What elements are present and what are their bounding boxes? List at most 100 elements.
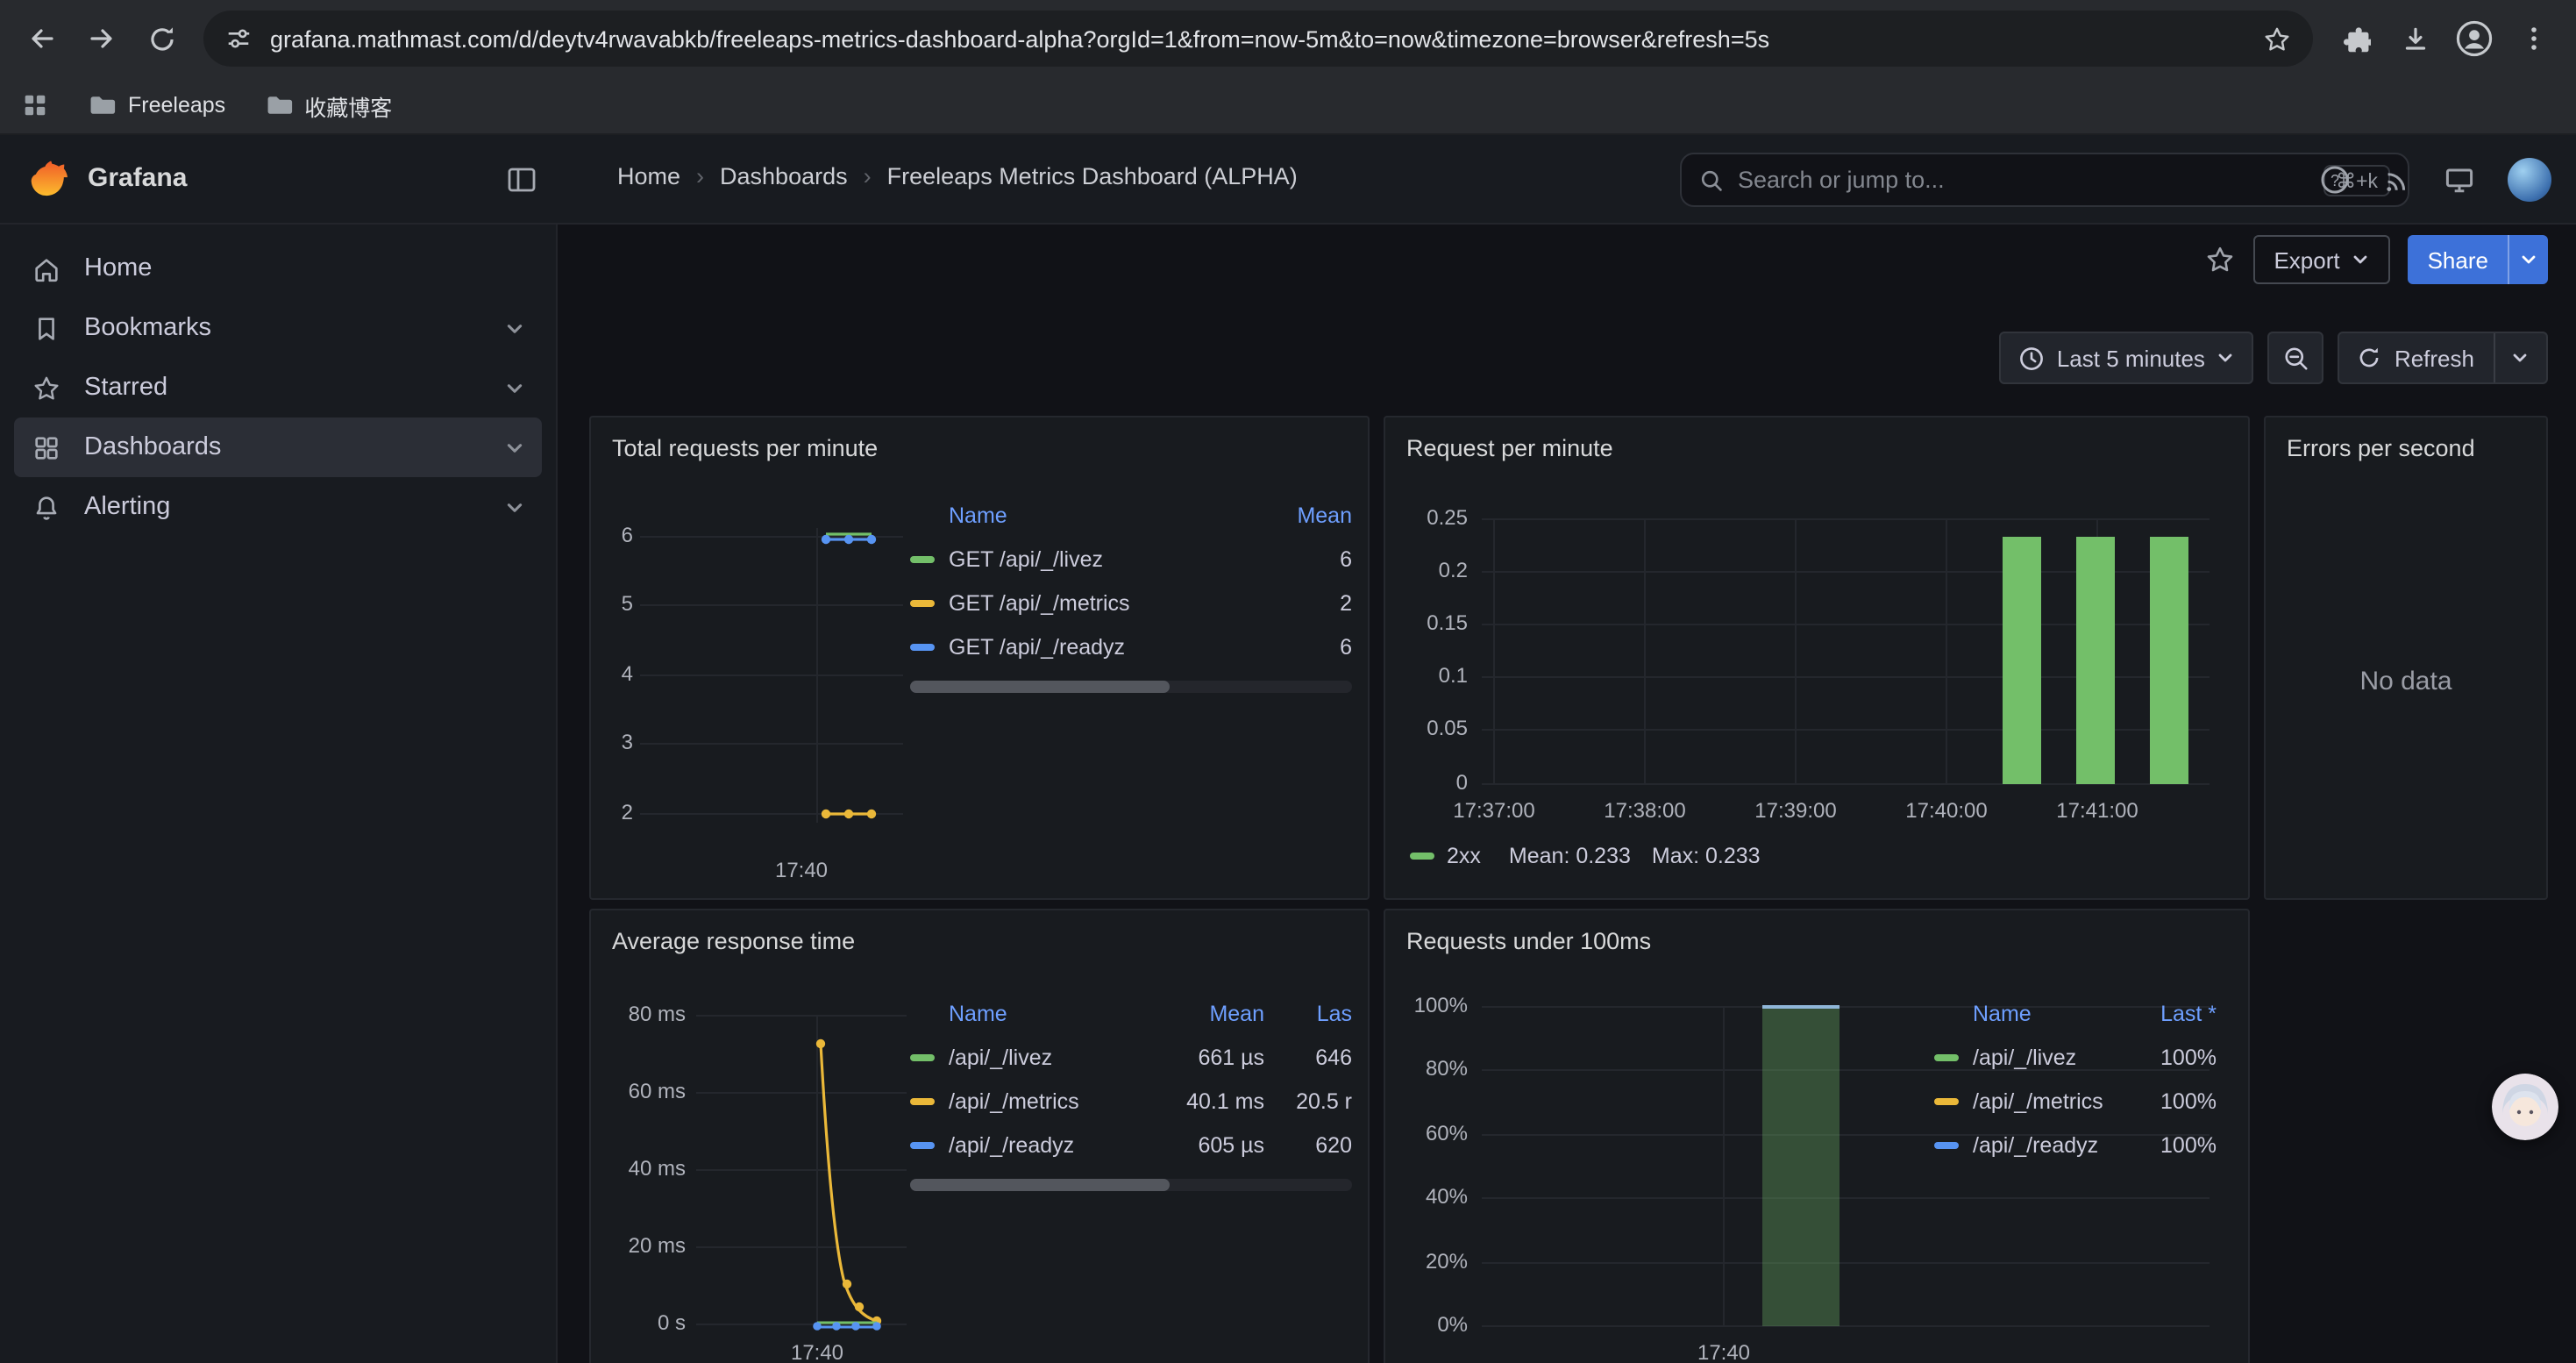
sidebar-toggle-icon[interactable] (505, 163, 538, 196)
legend-dash-spacer (910, 512, 935, 519)
alerting-bell-icon (32, 492, 61, 522)
apps-grid-icon[interactable] (21, 91, 49, 119)
series-name[interactable]: GET /api/_/readyz (949, 634, 1254, 659)
back-button[interactable] (14, 11, 70, 67)
panel-title[interactable]: Errors per second (2287, 435, 2475, 461)
series-name[interactable]: /api/_/metrics (1973, 1088, 2136, 1113)
y-tick: 40 ms (591, 1156, 686, 1181)
search-input[interactable] (1738, 167, 2309, 193)
series-name[interactable]: GET /api/_/livez (949, 546, 1254, 571)
favorite-star-icon[interactable] (2203, 244, 2235, 275)
scrollbar-thumb[interactable] (910, 1179, 1170, 1191)
series-name[interactable]: /api/_/readyz (949, 1132, 1159, 1157)
dashboards-grid-icon (32, 432, 61, 462)
panel-title[interactable]: Requests under 100ms (1406, 928, 1651, 954)
y-tick: 0% (1385, 1312, 1468, 1337)
sidebar-item-dashboards[interactable]: Dashboards (14, 417, 542, 477)
legend-column-mean[interactable]: Mean (1254, 503, 1352, 528)
y-tick: 0.1 (1385, 663, 1468, 688)
series-last: 620 (1264, 1132, 1352, 1157)
extensions-button[interactable] (2327, 11, 2383, 67)
bookmark-folder-freeleaps[interactable]: Freeleaps (88, 91, 225, 119)
news-rss-icon[interactable] (2383, 166, 2411, 194)
breadcrumb-dashboards[interactable]: Dashboards (720, 163, 848, 189)
user-avatar[interactable] (2508, 158, 2551, 202)
folder-icon (88, 91, 116, 119)
chevron-down-icon[interactable] (2511, 349, 2529, 367)
series-name[interactable]: GET /api/_/metrics (949, 590, 1254, 615)
sidebar-item-label: Home (84, 254, 152, 282)
legend-column-name[interactable]: Name (1973, 1002, 2136, 1026)
home-icon (32, 253, 61, 283)
browser-menu-button[interactable] (2506, 11, 2562, 67)
x-tick: 17:40 (775, 1340, 859, 1363)
time-controls: Last 5 minutes Refresh (1999, 332, 2548, 384)
refresh-button[interactable]: Refresh (2338, 332, 2548, 384)
zoom-out-button[interactable] (2268, 332, 2324, 384)
sidebar-item-home[interactable]: Home (14, 239, 542, 298)
y-tick: 0.2 (1385, 558, 1468, 582)
help-icon[interactable]: ? (2320, 165, 2350, 195)
legend-column-name[interactable]: Name (949, 1002, 1159, 1026)
series-last: 100% (2136, 1088, 2217, 1113)
panel-title[interactable]: Average response time (612, 928, 855, 954)
legend-scrollbar[interactable] (910, 681, 1352, 693)
series-name[interactable]: 2xx (1447, 844, 1481, 868)
sidebar-item-starred[interactable]: Starred (14, 358, 542, 417)
share-label[interactable]: Share (2409, 235, 2508, 284)
reload-icon (146, 24, 176, 54)
legend-dash-spacer (1934, 1010, 1959, 1017)
grafana-logo[interactable] (28, 158, 72, 202)
bookmark-label: 收藏博客 (304, 89, 392, 122)
scrollbar-thumb[interactable] (910, 681, 1170, 693)
button-divider (2494, 333, 2495, 382)
bookmark-folder-blogs[interactable]: 收藏博客 (264, 89, 392, 122)
profile-button[interactable] (2446, 11, 2502, 67)
panel-legend-table: Name Mean GET /api/_/livez 6 GET /api/_/… (910, 495, 1352, 668)
series-mean: 6 (1254, 634, 1352, 659)
legend-column-last[interactable]: Las (1264, 1002, 1352, 1026)
panel-title[interactable]: Total requests per minute (612, 435, 878, 461)
sidebar-item-bookmarks[interactable]: Bookmarks (14, 298, 542, 358)
grafana-brand[interactable]: Grafana (88, 163, 187, 193)
legend-column-name[interactable]: Name (949, 503, 1254, 528)
legend-dash-spacer (910, 1010, 935, 1017)
site-settings-icon[interactable] (224, 25, 253, 53)
breadcrumb-home[interactable]: Home (617, 163, 680, 189)
legend-row: /api/_/livez 100% (1934, 1035, 2217, 1079)
legend-column-mean[interactable]: Mean (1159, 1002, 1264, 1026)
x-tick: 17:40 (1682, 1340, 1766, 1363)
monitor-icon[interactable] (2444, 165, 2474, 195)
export-button[interactable]: Export (2252, 235, 2390, 284)
time-range-picker[interactable]: Last 5 minutes (1999, 332, 2254, 384)
y-tick: 0.15 (1385, 610, 1468, 635)
y-tick: 100% (1385, 993, 1468, 1017)
legend-column-last[interactable]: Last * (2136, 1002, 2217, 1026)
series-name[interactable]: /api/_/metrics (949, 1088, 1159, 1113)
clock-icon (2018, 345, 2045, 371)
series-name[interactable]: /api/_/readyz (1973, 1132, 2136, 1157)
bookmark-star-icon[interactable] (2262, 24, 2292, 54)
series-color-dash (1410, 853, 1434, 860)
panel-legend: 2xx Mean: 0.233 Max: 0.233 (1410, 844, 1761, 868)
y-tick: 4 (591, 661, 633, 686)
forward-button[interactable] (74, 11, 130, 67)
bookmark-label: Freeleaps (128, 93, 225, 118)
legend-scrollbar[interactable] (910, 1179, 1352, 1191)
panel-title[interactable]: Request per minute (1406, 435, 1613, 461)
reload-button[interactable] (133, 11, 189, 67)
legend-header: Name Mean Las (910, 993, 1352, 1035)
chevron-down-icon (2520, 251, 2537, 268)
legend-row: /api/_/readyz 100% (1934, 1123, 2217, 1167)
assistant-avatar-button[interactable] (2492, 1074, 2558, 1140)
search-bar[interactable]: ⌘+k (1680, 153, 2409, 207)
downloads-button[interactable] (2387, 11, 2443, 67)
series-name[interactable]: /api/_/livez (1973, 1045, 2136, 1069)
series-name[interactable]: /api/_/livez (949, 1045, 1159, 1069)
chevron-down-icon (505, 438, 524, 457)
panel-average-response-time: Average response time 80 ms 60 ms 40 ms … (589, 909, 1370, 1363)
url-bar[interactable]: grafana.mathmast.com/d/deytv4rwavabkb/fr… (203, 11, 2313, 67)
share-button[interactable]: Share (2409, 235, 2548, 284)
sidebar-item-alerting[interactable]: Alerting (14, 477, 542, 537)
share-menu-caret[interactable] (2508, 235, 2548, 284)
